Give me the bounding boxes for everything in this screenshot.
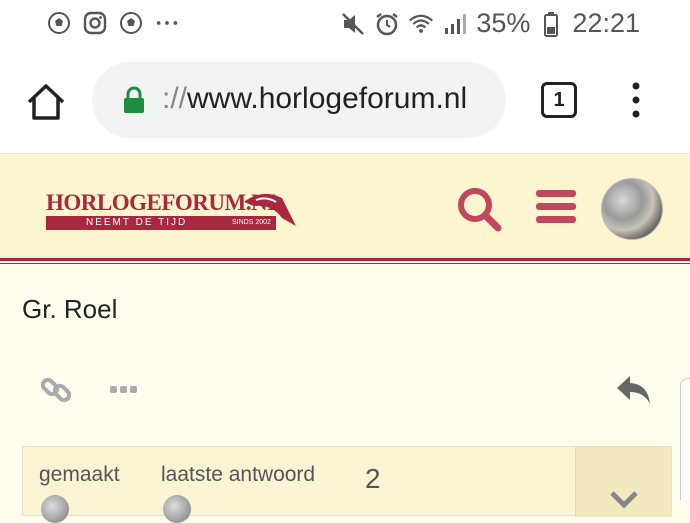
scroll-indicator[interactable] bbox=[680, 378, 690, 500]
link-icon bbox=[40, 377, 72, 403]
url-scheme: :// bbox=[162, 82, 188, 115]
created-label: gemaakt bbox=[39, 463, 120, 486]
search-button[interactable] bbox=[456, 186, 502, 232]
instagram-icon bbox=[82, 10, 108, 36]
post-body-text: Gr. Roel bbox=[22, 294, 118, 324]
soccer-ball-icon bbox=[46, 10, 72, 36]
more-notifications-icon bbox=[154, 10, 180, 36]
last-reply-avatar[interactable] bbox=[163, 495, 191, 523]
topic-map: gemaakt laatste antwoord 2 bbox=[22, 446, 672, 523]
share-link-button[interactable] bbox=[38, 372, 74, 408]
user-avatar[interactable] bbox=[601, 178, 663, 240]
wifi-icon bbox=[408, 11, 434, 37]
soccer-ball-icon bbox=[118, 10, 144, 36]
reply-icon bbox=[617, 376, 650, 404]
url-host: www.horlogeforum.nl bbox=[187, 82, 468, 115]
battery-icon bbox=[538, 11, 564, 37]
last-reply-label: laatste antwoord bbox=[161, 463, 316, 486]
header-divider-thin bbox=[0, 263, 690, 264]
home-icon bbox=[27, 84, 65, 120]
hamburger-menu-button[interactable] bbox=[535, 188, 577, 226]
site-header: HORLOGEFORUM.NL NEEMT DE TIJD SINDS 2002 bbox=[0, 154, 690, 262]
clock-time: 22:21 bbox=[572, 8, 640, 38]
address-bar[interactable]: ://www.horlogeforum.nl bbox=[92, 62, 506, 138]
tab-switcher-button[interactable]: 1 bbox=[541, 82, 577, 118]
chevron-down-icon bbox=[610, 491, 638, 509]
alarm-icon bbox=[374, 11, 400, 37]
lock-icon bbox=[122, 86, 146, 114]
reply-count: 2 bbox=[365, 463, 381, 494]
site-logo[interactable]: HORLOGEFORUM.NL NEEMT DE TIJD SINDS 2002 bbox=[46, 188, 298, 234]
logo-swoosh-icon bbox=[244, 193, 296, 226]
mute-icon bbox=[340, 11, 366, 37]
reply-button[interactable] bbox=[614, 372, 654, 408]
search-icon bbox=[458, 188, 502, 232]
post-actions bbox=[0, 360, 690, 420]
status-bar-right: 35% 22:21 bbox=[340, 8, 640, 39]
signal-icon bbox=[442, 11, 468, 37]
more-actions-button[interactable] bbox=[106, 376, 142, 404]
status-bar-left bbox=[46, 10, 180, 36]
logo-tagline: NEEMT DE TIJD bbox=[86, 217, 188, 228]
url-text[interactable]: ://www.horlogeforum.nl bbox=[162, 82, 467, 116]
browser-toolbar: ://www.horlogeforum.nl 1 bbox=[0, 48, 690, 154]
status-bar: 35% 22:21 bbox=[0, 0, 690, 48]
browser-menu-button[interactable] bbox=[626, 78, 646, 122]
topic-map-toggle-button[interactable] bbox=[575, 447, 671, 517]
battery-percentage: 35% bbox=[476, 8, 531, 38]
ellipsis-icon bbox=[110, 386, 137, 393]
home-button[interactable] bbox=[24, 80, 68, 124]
vertical-dots-icon bbox=[632, 82, 640, 118]
creator-avatar[interactable] bbox=[41, 495, 69, 523]
header-divider bbox=[0, 258, 690, 261]
hamburger-icon bbox=[536, 190, 576, 223]
